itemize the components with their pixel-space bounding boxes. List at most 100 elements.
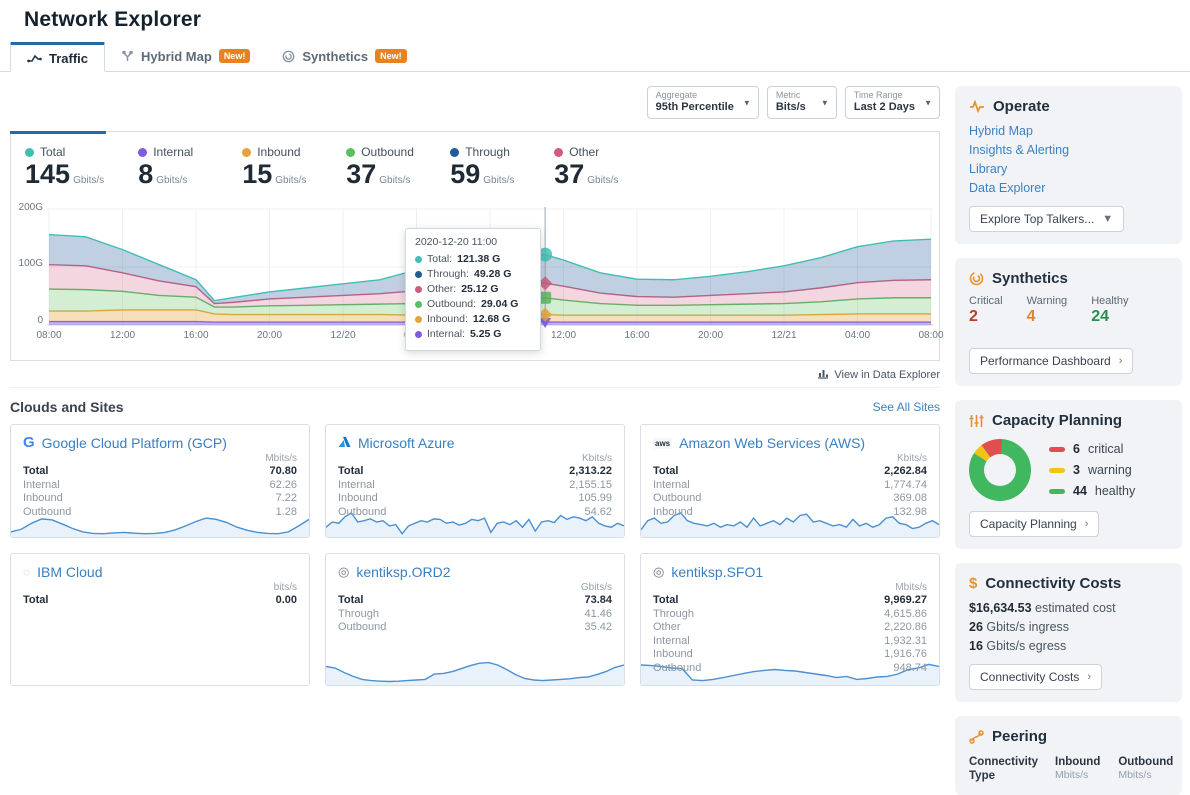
cost-text: Gbits/s egress xyxy=(983,639,1066,653)
site-card-title-link[interactable]: ◎kentiksp.SFO1 xyxy=(653,564,927,580)
site-card-title-link[interactable]: ◎kentiksp.ORD2 xyxy=(338,564,612,580)
operate-link-library[interactable]: Library xyxy=(969,160,1168,179)
tooltip-series-value: 25.12 G xyxy=(461,282,498,297)
metric-value: 1,916.76 xyxy=(884,648,927,662)
capacity-title: Capacity Planning xyxy=(992,412,1122,429)
button-label: Performance Dashboard xyxy=(980,354,1111,368)
capacity-planning-button[interactable]: Capacity Planning › xyxy=(969,511,1099,537)
stat-value: 145Gbits/s xyxy=(25,159,104,196)
metric-label: Total xyxy=(338,594,363,608)
page-title: Network Explorer xyxy=(24,8,1190,32)
metric-value: 1.28 xyxy=(276,506,297,520)
metric-row-internal: Internal62.26 xyxy=(23,479,297,493)
site-card-title-link[interactable]: awsAmazon Web Services (AWS) xyxy=(653,435,927,451)
stat-outbound[interactable]: Outbound37Gbits/s xyxy=(346,145,416,196)
hybrid-map-icon xyxy=(121,50,134,63)
aggregate-select[interactable]: Aggregate 95th Percentile ▼ xyxy=(647,86,759,119)
site-card-title: Google Cloud Platform (GCP) xyxy=(42,435,227,451)
peering-column-outbound: OutboundMbits/s xyxy=(1118,755,1173,783)
metric-label: Outbound xyxy=(338,506,386,520)
series-color-dot xyxy=(415,271,422,278)
query-controls: Aggregate 95th Percentile ▼ Metric Bits/… xyxy=(10,86,940,119)
connectivity-costs-panel: $ Connectivity Costs $16,634.53 estimate… xyxy=(955,563,1182,702)
peering-column-title: Inbound xyxy=(1055,755,1100,769)
metric-value: 948.74 xyxy=(893,662,927,676)
clouds-and-sites-grid: GGoogle Cloud Platform (GCP)Mbits/sTotal… xyxy=(10,424,940,686)
capacity-legend-healthy: 44healthy xyxy=(1049,484,1135,498)
location-pin-icon: ◎ xyxy=(338,564,349,580)
metric-label: Other xyxy=(653,621,681,635)
azure-logo-icon xyxy=(338,435,351,451)
cost-text: Gbits/s ingress xyxy=(983,620,1069,634)
operate-link-hybrid-map[interactable]: Hybrid Map xyxy=(969,122,1168,141)
site-card-title-link[interactable]: Microsoft Azure xyxy=(338,435,612,451)
metric-label: Internal xyxy=(338,479,375,493)
operate-link-insights-alerting[interactable]: Insights & Alerting xyxy=(969,141,1168,160)
legend-count: 6 xyxy=(1073,442,1080,456)
stat-label-text: Total xyxy=(40,145,65,159)
x-axis-tick: 20:00 xyxy=(698,330,723,341)
stat-total[interactable]: Total145Gbits/s xyxy=(25,145,104,196)
view-in-data-explorer-link[interactable]: View in Data Explorer xyxy=(10,363,940,388)
stat-through[interactable]: Through59Gbits/s xyxy=(450,145,520,196)
traffic-chart-area: 200G 100G 0 08:0012:0016:0020:0012/2004:… xyxy=(11,202,939,348)
y-axis-tick: 200G xyxy=(13,202,43,213)
location-pin-icon: ◎ xyxy=(653,564,664,580)
metric-row-internal: Internal2,155.15 xyxy=(338,479,612,493)
site-card-unit: Kbits/s xyxy=(653,452,927,465)
series-color-dot xyxy=(346,148,355,157)
stat-label: Other xyxy=(554,145,624,159)
tab-traffic[interactable]: Traffic xyxy=(10,42,105,72)
stat-unit: Gbits/s xyxy=(379,175,410,186)
time-range-select[interactable]: Time Range Last 2 Days ▼ xyxy=(845,86,940,119)
clouds-and-sites-header: Clouds and Sites See All Sites xyxy=(10,399,940,415)
view-link-label: View in Data Explorer xyxy=(834,369,940,381)
metric-label: Internal xyxy=(23,479,60,493)
page-header: Network Explorer xyxy=(0,0,1190,32)
peering-column-connectivity-type: Connectivity Type xyxy=(969,755,1037,783)
stat-other[interactable]: Other37Gbits/s xyxy=(554,145,624,196)
stat-label: Inbound xyxy=(242,145,312,159)
stat-inbound[interactable]: Inbound15Gbits/s xyxy=(242,145,312,196)
operate-title: Operate xyxy=(993,98,1050,115)
chevron-down-icon: ▼ xyxy=(743,98,751,107)
site-card-kentiksp-sfo1: ◎kentiksp.SFO1Mbits/sTotal9,969.27Throug… xyxy=(640,553,940,686)
peering-panel: Peering Connectivity TypeInboundMbits/sO… xyxy=(955,716,1182,795)
legend-color-dash xyxy=(1049,468,1065,473)
stat-label: Through xyxy=(450,145,520,159)
metric-row-outbound: Outbound948.74 xyxy=(653,662,927,676)
tooltip-series-name: Total: xyxy=(427,252,452,267)
tooltip-row: Other: 25.12 G xyxy=(415,282,531,297)
series-color-dot xyxy=(415,256,422,263)
x-axis-tick: 20:00 xyxy=(257,330,282,341)
tab-synthetics[interactable]: Synthetics New! xyxy=(266,41,422,71)
bar-chart-icon xyxy=(817,368,829,382)
metric-value: 105.99 xyxy=(578,492,612,506)
metric-label: Total xyxy=(338,465,363,479)
see-all-sites-link[interactable]: See All Sites xyxy=(873,400,940,414)
metric-label: Outbound xyxy=(338,621,386,635)
metric-value: 1,932.31 xyxy=(884,635,927,649)
metric-row-total: Total70.80 xyxy=(23,465,297,479)
x-axis-tick: 12:00 xyxy=(551,330,576,341)
explore-top-talkers-dropdown[interactable]: Explore Top Talkers... ▼ xyxy=(969,206,1124,232)
tab-hybrid-map[interactable]: Hybrid Map New! xyxy=(105,41,266,71)
metric-select[interactable]: Metric Bits/s ▼ xyxy=(767,86,837,119)
connectivity-costs-button[interactable]: Connectivity Costs › xyxy=(969,664,1102,690)
metric-row-outbound: Outbound369.08 xyxy=(653,492,927,506)
traffic-sparkline xyxy=(326,649,624,685)
site-card-ibm-cloud: ◌IBM Cloudbits/sTotal0.00 xyxy=(10,553,310,686)
site-card-title-link[interactable]: GGoogle Cloud Platform (GCP) xyxy=(23,435,297,451)
operate-link-data-explorer[interactable]: Data Explorer xyxy=(969,179,1168,198)
legend-count: 44 xyxy=(1073,484,1087,498)
site-card-title-link[interactable]: ◌IBM Cloud xyxy=(23,564,297,580)
synthetics-stat-value: 24 xyxy=(1091,308,1128,326)
metric-row-outbound: Outbound35.42 xyxy=(338,621,612,635)
site-card-amazon-web-services-aws-: awsAmazon Web Services (AWS)Kbits/sTotal… xyxy=(640,424,940,538)
metric-label: Inbound xyxy=(653,506,693,520)
chevron-right-icon: › xyxy=(1085,518,1089,530)
performance-dashboard-button[interactable]: Performance Dashboard › xyxy=(969,348,1133,374)
metric-row-total: Total2,313.22 xyxy=(338,465,612,479)
costs-title: Connectivity Costs xyxy=(985,575,1121,592)
stat-internal[interactable]: Internal8Gbits/s xyxy=(138,145,208,196)
